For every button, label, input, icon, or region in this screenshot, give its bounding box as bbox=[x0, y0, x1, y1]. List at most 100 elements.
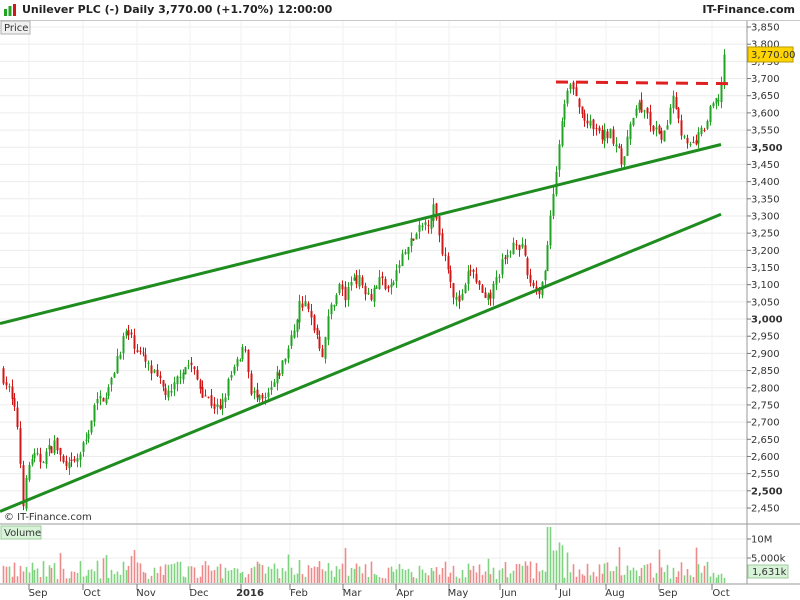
volume-bar bbox=[410, 572, 413, 583]
volume-bar bbox=[281, 567, 284, 583]
watermark: © IT-Finance.com bbox=[4, 512, 92, 523]
volume-bar bbox=[620, 575, 623, 583]
volume-bar bbox=[247, 574, 250, 583]
candle-body bbox=[79, 454, 82, 460]
time-tick-label: May bbox=[448, 588, 469, 599]
candle-body bbox=[25, 477, 28, 509]
candle-body bbox=[638, 102, 641, 110]
volume-bar bbox=[182, 576, 185, 583]
last-volume-label: 1,631k bbox=[752, 567, 787, 578]
volume-bar bbox=[398, 564, 401, 583]
price-tick-label: 3,550 bbox=[751, 126, 780, 137]
candle-body bbox=[201, 386, 204, 398]
candle-body bbox=[139, 350, 142, 352]
price-tick-label: 3,000 bbox=[751, 315, 783, 326]
volume-bar bbox=[412, 577, 415, 583]
volume-bar bbox=[344, 548, 347, 583]
volume-bar bbox=[581, 574, 584, 583]
candle-body bbox=[526, 258, 529, 276]
price-axis[interactable]: 3,8503,8003,7503,7003,6503,6003,5503,500… bbox=[747, 23, 783, 515]
candle-body bbox=[532, 282, 535, 286]
candle-body bbox=[589, 120, 592, 126]
candle-body bbox=[390, 284, 393, 288]
candle-body bbox=[592, 119, 595, 130]
candle-body bbox=[2, 368, 5, 384]
volume-bar bbox=[79, 561, 82, 583]
candle-body bbox=[48, 445, 51, 450]
volume-bar bbox=[521, 565, 524, 583]
volume-bar bbox=[25, 567, 28, 583]
price-tick-label: 3,650 bbox=[751, 91, 780, 102]
volume-bar bbox=[629, 570, 632, 583]
volume-bar bbox=[227, 570, 230, 583]
candle-body bbox=[392, 282, 395, 285]
volume-bar bbox=[552, 550, 555, 583]
candle-body bbox=[219, 405, 222, 409]
candle-body bbox=[709, 106, 712, 123]
volume-bar bbox=[330, 570, 333, 583]
volume-bar bbox=[589, 575, 592, 583]
volume-bar bbox=[720, 573, 723, 583]
candle-body bbox=[76, 458, 79, 462]
volume-bar bbox=[669, 578, 672, 583]
volume-bar bbox=[179, 561, 182, 583]
volume-bar bbox=[461, 569, 464, 583]
volume-bar bbox=[204, 561, 207, 583]
candle-body bbox=[170, 390, 173, 393]
candle-body bbox=[176, 376, 179, 385]
volume-bar bbox=[370, 561, 373, 583]
volume-bar bbox=[296, 573, 299, 583]
candle-body bbox=[335, 295, 338, 305]
candle-body bbox=[712, 103, 715, 107]
volume-bar bbox=[2, 565, 5, 583]
candle-body bbox=[213, 403, 216, 409]
volume-bar bbox=[566, 552, 569, 583]
volume-bar bbox=[341, 563, 344, 583]
candle-body bbox=[683, 136, 686, 138]
volume-bar bbox=[535, 563, 538, 583]
candle-body bbox=[629, 124, 632, 140]
volume-bar bbox=[504, 562, 507, 583]
volume-bar bbox=[435, 567, 438, 583]
volume-bar bbox=[116, 571, 119, 583]
candle-body bbox=[398, 265, 401, 268]
candle-body bbox=[666, 125, 669, 130]
volume-bar bbox=[150, 575, 153, 583]
volume-bar bbox=[233, 567, 236, 583]
candle-body bbox=[467, 271, 470, 284]
volume-bar bbox=[524, 561, 527, 583]
candle-body bbox=[395, 270, 398, 282]
time-axis[interactable]: Sep Oct Nov Dec 2016 Feb Mar Apr May Jun Jul Aug Sep… bbox=[28, 584, 730, 599]
candle-body bbox=[672, 95, 675, 109]
volume-bar bbox=[324, 571, 327, 583]
volume-bar bbox=[432, 571, 435, 583]
price-tick-label: 2,950 bbox=[751, 332, 780, 343]
volume-bar bbox=[290, 567, 293, 583]
volume-bar bbox=[333, 576, 336, 583]
candle-body bbox=[127, 329, 130, 336]
candle-body bbox=[623, 156, 626, 165]
volume-bar bbox=[39, 577, 42, 583]
volume-bar bbox=[675, 576, 678, 583]
volume-bar bbox=[73, 571, 76, 583]
volume-bar bbox=[532, 578, 535, 583]
candle-body bbox=[544, 270, 547, 281]
price-chart[interactable]: 3,8503,8003,7503,7003,6503,6003,5503,500… bbox=[0, 0, 800, 600]
candle-body bbox=[316, 327, 319, 335]
volume-bar bbox=[481, 574, 484, 583]
volume-bar bbox=[404, 570, 407, 583]
candle-body bbox=[347, 287, 350, 300]
candle-body bbox=[19, 428, 22, 464]
volume-bar bbox=[546, 527, 549, 583]
volume-bar bbox=[82, 576, 85, 583]
volume-bar bbox=[153, 567, 156, 583]
candle-body bbox=[469, 270, 472, 272]
candle-body bbox=[73, 458, 76, 461]
candle-body bbox=[156, 369, 159, 376]
volume-bar bbox=[509, 573, 512, 583]
volume-bar bbox=[50, 567, 53, 583]
candle-body bbox=[447, 256, 450, 270]
volume-bar bbox=[595, 576, 598, 583]
volume-bar bbox=[102, 558, 105, 583]
candle-body bbox=[521, 243, 524, 248]
